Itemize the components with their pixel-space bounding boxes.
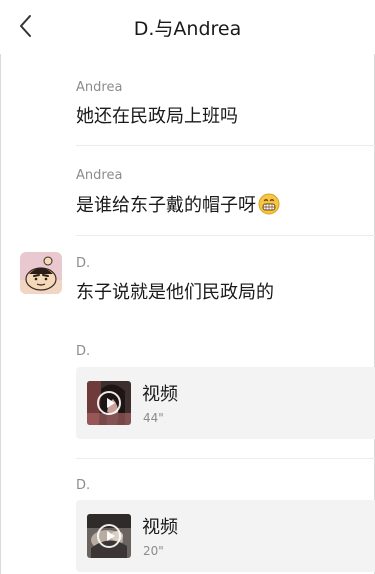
message-text: 是谁给东子戴的帽子呀 — [76, 195, 256, 216]
video-label: 视频 — [142, 517, 178, 538]
play-icon — [97, 524, 121, 548]
video-message-card[interactable]: 视频 44" — [76, 367, 375, 439]
message-item[interactable]: Andrea 是谁给东子戴的帽子呀 — [76, 168, 375, 218]
divider — [76, 458, 375, 459]
divider — [76, 235, 375, 236]
chat-title: D.与Andrea — [133, 18, 242, 40]
video-thumbnail — [87, 514, 131, 558]
avatar[interactable] — [20, 252, 62, 294]
video-message-card[interactable]: 视频 20" — [76, 500, 375, 572]
video-duration: 44" — [143, 411, 164, 425]
sender-name: D. — [76, 256, 91, 271]
video-thumbnail — [87, 381, 131, 425]
message-text: 东子说就是他们民政局的 — [76, 282, 274, 303]
sender-name: Andrea — [76, 80, 123, 95]
video-label: 视频 — [142, 384, 178, 405]
message-item[interactable]: Andrea 她还在民政局上班吗 — [76, 80, 375, 129]
message-item[interactable]: D. 东子说就是他们民政局的 — [76, 256, 375, 305]
message-text: 她还在民政局上班吗 — [76, 106, 238, 127]
video-duration: 20" — [143, 544, 164, 558]
message-text-row: 是谁给东子戴的帽子呀 — [76, 193, 375, 218]
grinning-face-emoji-icon — [258, 193, 280, 215]
chat-header: D.与Andrea — [0, 0, 375, 54]
sender-name: D. — [76, 478, 91, 493]
message-item: D. — [76, 344, 375, 359]
divider — [76, 145, 375, 146]
message-item: D. — [76, 478, 375, 493]
left-edge — [0, 0, 1, 574]
play-icon — [97, 391, 121, 415]
sender-name: D. — [76, 344, 91, 359]
cartoon-avatar-icon — [20, 252, 62, 294]
sender-name: Andrea — [76, 168, 123, 183]
